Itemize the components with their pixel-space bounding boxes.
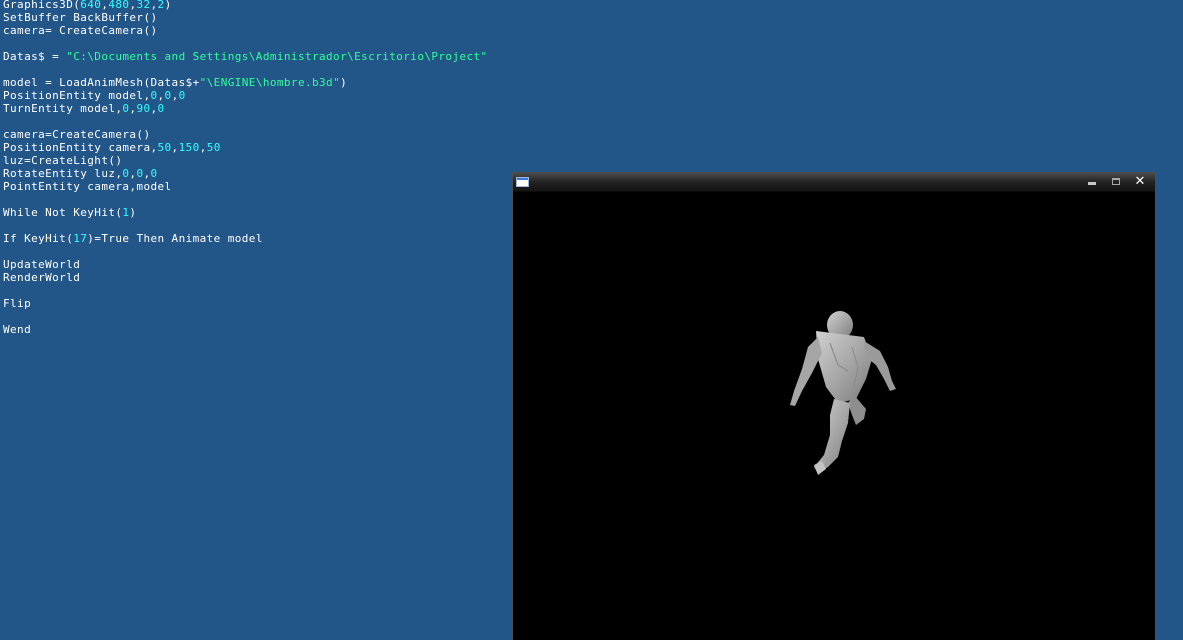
code-token: While Not KeyHit( (3, 206, 123, 219)
code-token: camera= CreateCamera() (3, 24, 158, 37)
minimize-button[interactable] (1083, 175, 1101, 189)
number-literal: 2 (157, 0, 165, 11)
number-literal: 0 (150, 89, 158, 102)
number-literal: 640 (80, 0, 102, 11)
number-literal: 0 (164, 89, 172, 102)
number-literal: 0 (150, 167, 158, 180)
close-icon: ✕ (1134, 174, 1146, 189)
code-token: model = LoadAnimMesh(Datas$+ (3, 76, 200, 89)
number-literal: 32 (136, 0, 151, 11)
code-token: PointEntity camera,model (3, 180, 172, 193)
code-token: RotateEntity luz, (3, 167, 123, 180)
code-token: , (150, 0, 158, 11)
code-token: UpdateWorld (3, 258, 81, 271)
code-token: SetBuffer BackBuffer() (3, 11, 158, 24)
minimize-icon (1088, 182, 1096, 185)
code-token: , (171, 89, 179, 102)
code-token: , (150, 102, 158, 115)
code-token: )=True Then Animate model (87, 232, 263, 245)
code-token: If KeyHit( (3, 232, 74, 245)
code-line[interactable]: camera=CreateCamera() (3, 128, 1183, 141)
number-literal: 90 (136, 102, 151, 115)
code-token: , (199, 141, 207, 154)
number-literal: 150 (178, 141, 200, 154)
render-preview-window[interactable]: ✕ (512, 172, 1156, 640)
number-literal: 17 (73, 232, 88, 245)
code-token: , (143, 167, 151, 180)
string-literal: "C:\Documents and Settings\Administrador… (66, 50, 488, 63)
code-token: PositionEntity camera, (3, 141, 158, 154)
code-token: ) (340, 76, 348, 89)
code-line[interactable] (3, 37, 1183, 50)
number-literal: 480 (108, 0, 130, 11)
window-app-icon (516, 177, 529, 187)
code-token: Datas$ = (3, 50, 67, 63)
code-token: Graphics3D( (3, 0, 81, 11)
window-titlebar[interactable]: ✕ (513, 173, 1155, 192)
code-line[interactable] (3, 115, 1183, 128)
code-token: RenderWorld (3, 271, 81, 284)
maximize-button[interactable] (1107, 175, 1125, 189)
code-token: Flip (3, 297, 32, 310)
code-line[interactable]: PositionEntity camera,50,150,50 (3, 141, 1183, 154)
maximize-icon (1112, 178, 1120, 185)
code-token: ) (129, 206, 137, 219)
code-token: Wend (3, 323, 32, 336)
code-token: TurnEntity model, (3, 102, 123, 115)
code-token: camera=CreateCamera() (3, 128, 151, 141)
number-literal: 0 (157, 102, 165, 115)
string-literal: "\ENGINE\hombre.b3d" (199, 76, 341, 89)
close-button[interactable]: ✕ (1131, 175, 1149, 189)
code-token: , (171, 141, 179, 154)
code-line[interactable]: TurnEntity model,0,90,0 (3, 102, 1183, 115)
code-line[interactable]: luz=CreateLight() (3, 154, 1183, 167)
code-line[interactable]: camera= CreateCamera() (3, 24, 1183, 37)
code-line[interactable]: SetBuffer BackBuffer() (3, 11, 1183, 24)
number-literal: 50 (157, 141, 172, 154)
code-line[interactable]: PositionEntity model,0,0,0 (3, 89, 1183, 102)
number-literal: 50 (206, 141, 221, 154)
code-line[interactable]: model = LoadAnimMesh(Datas$+"\ENGINE\hom… (3, 76, 1183, 89)
code-token: , (157, 89, 165, 102)
3d-viewport[interactable] (513, 192, 1155, 640)
code-line[interactable] (3, 63, 1183, 76)
code-line[interactable]: Graphics3D(640,480,32,2) (3, 0, 1183, 11)
code-token: ) (164, 0, 172, 11)
human-model-render (790, 311, 896, 475)
code-token: luz=CreateLight() (3, 154, 123, 167)
number-literal: 0 (178, 89, 186, 102)
code-line[interactable]: Datas$ = "C:\Documents and Settings\Admi… (3, 50, 1183, 63)
code-token: PositionEntity model, (3, 89, 151, 102)
